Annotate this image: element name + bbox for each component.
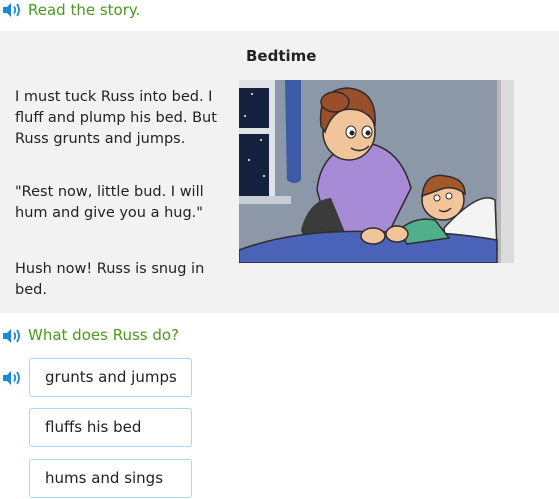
speaker-icon[interactable]	[2, 328, 22, 344]
story-paragraph: "Rest now, little bud. I will hum and gi…	[15, 184, 204, 221]
instruction-text: Read the story.	[28, 1, 141, 19]
question-text: What does Russ do?	[28, 326, 180, 344]
answer-choice-button[interactable]: hums and sings	[29, 459, 192, 498]
story-paragraph: I must tuck Russ into bed. I fluff and p…	[15, 89, 217, 147]
speaker-icon[interactable]	[2, 370, 22, 386]
speaker-icon[interactable]	[2, 2, 22, 18]
story-illustration	[239, 80, 514, 263]
story-paragraph: Hush now! Russ is snug in bed.	[15, 261, 205, 298]
answer-choice-button[interactable]: fluffs his bed	[29, 408, 192, 447]
answer-choice-button[interactable]: grunts and jumps	[29, 358, 192, 397]
story-title: Bedtime	[246, 47, 317, 65]
